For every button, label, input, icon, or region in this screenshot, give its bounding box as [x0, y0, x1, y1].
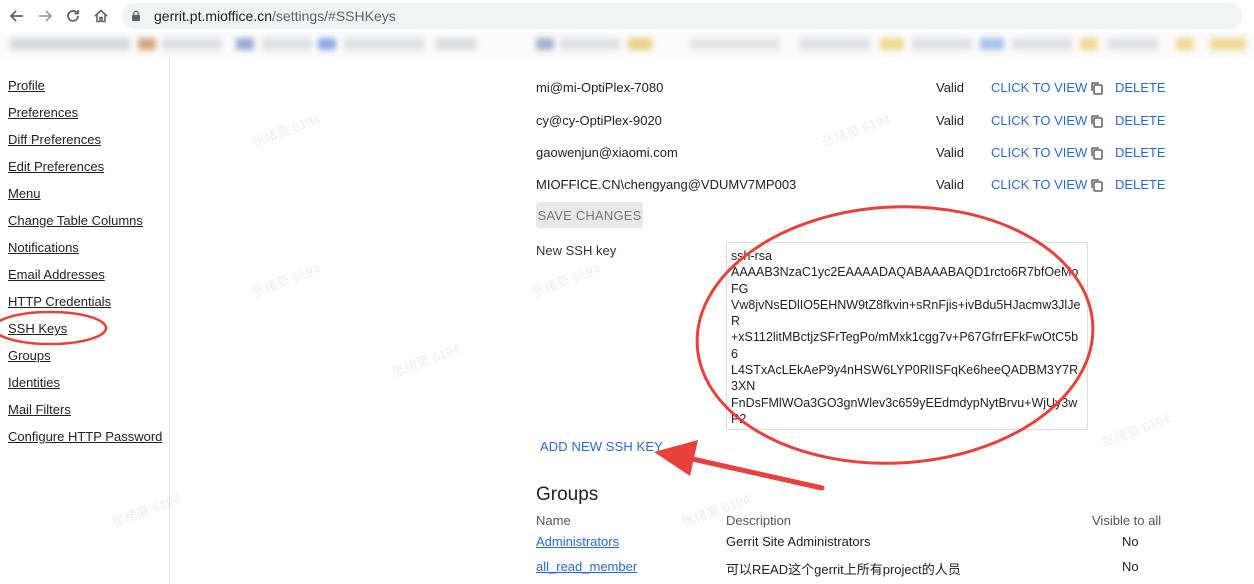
groups-header-description: Description [726, 513, 792, 528]
ssh-key-row: MIOFFICE.CN\chengyang@VDUMV7MP003 Valid … [536, 177, 1176, 197]
click-to-view-button[interactable]: CLICK TO VIEW [991, 113, 1087, 128]
home-icon[interactable] [90, 5, 112, 27]
address-bar[interactable]: gerrit.pt.mioffice.cn/settings/#SSHKeys [122, 3, 1242, 29]
ssh-key-row: mi@mi-OptiPlex-7080 Valid CLICK TO VIEW … [536, 80, 1176, 100]
sidebar-item-groups[interactable]: Groups [8, 348, 51, 363]
ssh-key-status: Valid [936, 177, 964, 192]
save-changes-button[interactable]: SAVE CHANGES [536, 202, 643, 228]
sidebar-item-ssh-keys[interactable]: SSH Keys [8, 321, 67, 336]
delete-key-button[interactable]: DELETE [1115, 113, 1166, 128]
sidebar-item-notifications[interactable]: Notifications [8, 240, 79, 255]
sidebar-item-http-credentials[interactable]: HTTP Credentials [8, 294, 111, 309]
group-visible: No [1122, 559, 1139, 574]
sidebar-item-identities[interactable]: Identities [8, 375, 60, 390]
bookmarks-bar [0, 32, 1254, 58]
url-path: /settings/#SSHKeys [272, 8, 396, 24]
group-description: 可以READ这个gerrit上所有project的人员 [726, 562, 961, 577]
sidebar-item-diff-preferences[interactable]: Diff Preferences [8, 132, 101, 147]
forward-icon[interactable] [34, 5, 56, 27]
delete-key-button[interactable]: DELETE [1115, 80, 1166, 95]
reload-icon[interactable] [62, 5, 84, 27]
browser-toolbar: gerrit.pt.mioffice.cn/settings/#SSHKeys [0, 0, 1254, 32]
sidebar-item-profile[interactable]: Profile [8, 78, 45, 93]
copy-icon[interactable] [1090, 146, 1104, 160]
ssh-key-row: gaowenjun@xiaomi.com Valid CLICK TO VIEW… [536, 145, 1176, 165]
groups-header-visible: Visible to all [1092, 513, 1162, 528]
group-description: Gerrit Site Administrators [726, 534, 871, 549]
groups-section-title: Groups [536, 484, 599, 505]
click-to-view-button[interactable]: CLICK TO VIEW [991, 145, 1087, 160]
sidebar-item-menu[interactable]: Menu [8, 186, 41, 201]
new-ssh-key-label: New SSH key [536, 243, 617, 258]
sidebar-item-edit-preferences[interactable]: Edit Preferences [8, 159, 104, 174]
ssh-key-status: Valid [936, 80, 964, 95]
copy-icon[interactable] [1090, 178, 1104, 192]
group-visible: No [1122, 534, 1139, 549]
groups-header-name: Name [536, 513, 571, 528]
settings-main: mi@mi-OptiPlex-7080 Valid CLICK TO VIEW … [171, 58, 1254, 584]
ssh-key-comment: MIOFFICE.CN\chengyang@VDUMV7MP003 [536, 177, 797, 192]
sidebar-item-preferences[interactable]: Preferences [8, 105, 78, 120]
new-ssh-key-input[interactable]: ssh-rsa AAAAB3NzaC1yc2EAAAADAQABAAABAQD1… [726, 242, 1088, 430]
ssh-key-comment: gaowenjun@xiaomi.com [536, 145, 678, 160]
sidebar-item-change-table-columns[interactable]: Change Table Columns [8, 213, 143, 228]
copy-icon[interactable] [1090, 114, 1104, 128]
group-name-link[interactable]: all_read_member [536, 559, 637, 574]
add-new-ssh-key-button[interactable]: ADD NEW SSH KEY [540, 439, 663, 454]
url-text: gerrit.pt.mioffice.cn/settings/#SSHKeys [154, 8, 396, 24]
ssh-key-comment: mi@mi-OptiPlex-7080 [536, 80, 664, 95]
group-name-link[interactable]: Administrators [536, 534, 619, 549]
back-icon[interactable] [6, 5, 28, 27]
sidebar-item-mail-filters[interactable]: Mail Filters [8, 402, 71, 417]
ssh-key-status: Valid [936, 113, 964, 128]
delete-key-button[interactable]: DELETE [1115, 177, 1166, 192]
copy-icon[interactable] [1090, 81, 1104, 95]
lock-icon [132, 10, 140, 21]
url-host: gerrit.pt.mioffice.cn [154, 8, 273, 24]
ssh-key-row: cy@cy-OptiPlex-9020 Valid CLICK TO VIEW … [536, 113, 1176, 133]
ssh-key-status: Valid [936, 145, 964, 160]
sidebar-item-configure-http-password[interactable]: Configure HTTP Password [8, 429, 162, 444]
click-to-view-button[interactable]: CLICK TO VIEW [991, 177, 1087, 192]
settings-sidebar: Profile Preferences Diff Preferences Edi… [0, 58, 170, 584]
delete-key-button[interactable]: DELETE [1115, 145, 1166, 160]
ssh-key-comment: cy@cy-OptiPlex-9020 [536, 113, 662, 128]
click-to-view-button[interactable]: CLICK TO VIEW [991, 80, 1087, 95]
sidebar-item-email-addresses[interactable]: Email Addresses [8, 267, 105, 282]
